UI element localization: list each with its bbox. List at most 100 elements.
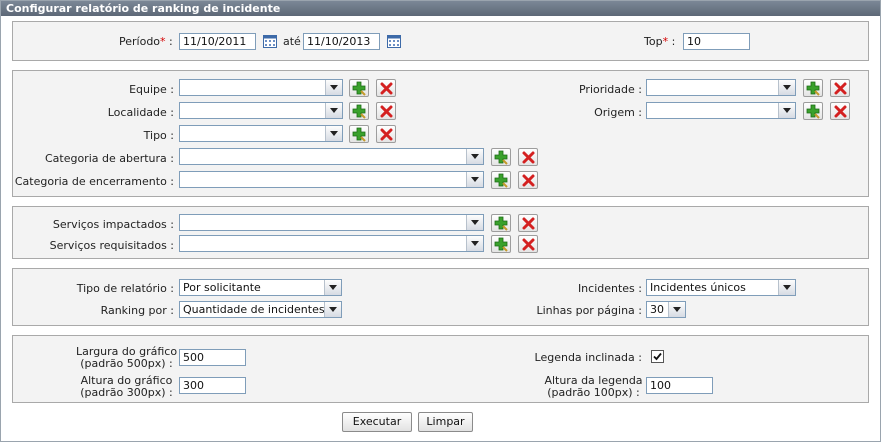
add-filter-icon [352, 127, 366, 142]
remove-categoria-abertura-button[interactable] [518, 148, 538, 166]
origem-label: Origem : [594, 106, 642, 119]
incidentes-select[interactable]: Incidentes únicos [646, 279, 796, 296]
remove-prioridade-button[interactable] [830, 79, 850, 97]
add-servicos-impactados-button[interactable] [491, 214, 511, 232]
remove-localidade-button[interactable] [376, 102, 396, 120]
largura-grafico-input[interactable]: 500 [179, 349, 246, 366]
add-filter-icon [494, 237, 508, 252]
origem-select[interactable] [646, 102, 796, 119]
categoria-encerramento-label: Categoria de encerramento : [14, 175, 174, 188]
remove-tipo-button[interactable] [376, 125, 396, 143]
add-localidade-button[interactable] [349, 102, 369, 120]
add-filter-icon [494, 216, 508, 231]
services-panel: Serviços impactados : Serviços requisita… [12, 206, 869, 259]
add-equipe-button[interactable] [349, 79, 369, 97]
prioridade-label: Prioridade : [578, 83, 642, 96]
checkmark-icon [653, 352, 662, 361]
add-filter-icon [494, 150, 508, 165]
add-prioridade-button[interactable] [803, 79, 823, 97]
add-filter-icon [352, 81, 366, 96]
report-config-window: Configurar relatório de ranking de incid… [0, 0, 881, 442]
chevron-down-icon[interactable] [466, 149, 483, 164]
chevron-down-icon[interactable] [466, 215, 483, 230]
period-label: Período* : [119, 35, 173, 48]
remove-servicos-impactados-button[interactable] [518, 214, 538, 232]
tipo-relatorio-label: Tipo de relatório : [76, 282, 174, 295]
altura-grafico-label: Altura do gráfico (padrão 300px) : [80, 374, 173, 399]
categoria-abertura-select[interactable] [179, 148, 484, 165]
remove-servicos-requisitados-button[interactable] [518, 235, 538, 253]
remove-filter-icon [522, 217, 535, 230]
period-between-label: até [283, 35, 301, 48]
remove-filter-icon [522, 174, 535, 187]
legenda-inclinada-checkbox[interactable] [651, 350, 664, 363]
altura-legenda-input[interactable]: 100 [646, 377, 713, 394]
add-filter-icon [352, 104, 366, 119]
chevron-down-icon[interactable] [324, 302, 341, 317]
linhas-por-pagina-select[interactable]: 30 [646, 301, 686, 318]
report-options-panel: Tipo de relatório : Por solicitante Rank… [12, 268, 869, 326]
chevron-down-icon[interactable] [324, 280, 341, 295]
tipo-relatorio-select[interactable]: Por solicitante [179, 279, 342, 296]
add-filter-icon [806, 81, 820, 96]
chevron-down-icon[interactable] [778, 80, 795, 95]
chevron-down-icon[interactable] [325, 103, 342, 118]
altura-grafico-input[interactable]: 300 [179, 377, 246, 394]
altura-legenda-label: Altura da legenda (padrão 100px) : [544, 374, 643, 399]
remove-filter-icon [522, 151, 535, 164]
add-filter-icon [806, 104, 820, 119]
add-categoria-abertura-button[interactable] [491, 148, 511, 166]
categoria-encerramento-select[interactable] [179, 171, 484, 188]
servicos-requisitados-select[interactable] [179, 235, 484, 252]
equipe-select[interactable] [179, 79, 343, 96]
period-panel: Período* : 11/10/2011 até 11/10/2013 Top… [12, 21, 869, 61]
prioridade-select[interactable] [646, 79, 796, 96]
tipo-label: Tipo : [143, 129, 174, 142]
tipo-select[interactable] [179, 125, 343, 142]
chevron-down-icon[interactable] [778, 103, 795, 118]
servicos-impactados-select[interactable] [179, 214, 484, 231]
chevron-down-icon[interactable] [325, 80, 342, 95]
filters-panel: Equipe : Localidade : Tipo : Categoria d… [12, 70, 869, 197]
remove-filter-icon [522, 238, 535, 251]
chevron-down-icon[interactable] [325, 126, 342, 141]
calendar-icon[interactable] [387, 34, 401, 48]
largura-grafico-label: Largura do gráfico (padrão 500px) : [76, 345, 178, 370]
equipe-label: Equipe : [129, 83, 174, 96]
window-title: Configurar relatório de ranking de incid… [1, 1, 880, 16]
chart-options-panel: Largura do gráfico (padrão 500px) : 500 A… [12, 335, 869, 403]
localidade-select[interactable] [179, 102, 343, 119]
remove-categoria-encerramento-button[interactable] [518, 171, 538, 189]
localidade-label: Localidade : [107, 106, 174, 119]
period-end-input[interactable]: 11/10/2013 [303, 33, 380, 50]
chevron-down-icon[interactable] [778, 280, 795, 295]
ranking-por-label: Ranking por : [100, 304, 174, 317]
executar-button[interactable]: Executar [342, 412, 412, 432]
add-tipo-button[interactable] [349, 125, 369, 143]
legenda-inclinada-label: Legenda inclinada : [534, 351, 642, 364]
incidentes-label: Incidentes : [577, 282, 642, 295]
add-categoria-encerramento-button[interactable] [491, 171, 511, 189]
limpar-button[interactable]: Limpar [418, 412, 473, 432]
chevron-down-icon[interactable] [466, 236, 483, 251]
remove-origem-button[interactable] [830, 102, 850, 120]
add-origem-button[interactable] [803, 102, 823, 120]
period-start-input[interactable]: 11/10/2011 [179, 33, 256, 50]
add-servicos-requisitados-button[interactable] [491, 235, 511, 253]
remove-filter-icon [380, 128, 393, 141]
chevron-down-icon[interactable] [668, 302, 685, 317]
remove-filter-icon [380, 105, 393, 118]
top-input[interactable]: 10 [683, 33, 750, 50]
servicos-impactados-label: Serviços impactados : [52, 218, 174, 231]
calendar-icon[interactable] [263, 34, 277, 48]
remove-filter-icon [380, 82, 393, 95]
top-label: Top* : [644, 35, 676, 48]
ranking-por-select[interactable]: Quantidade de incidentes [179, 301, 342, 318]
add-filter-icon [494, 173, 508, 188]
servicos-requisitados-label: Serviços requisitados : [49, 239, 174, 252]
linhas-por-pagina-label: Linhas por página : [536, 304, 642, 317]
chevron-down-icon[interactable] [466, 172, 483, 187]
categoria-abertura-label: Categoria de abertura : [44, 152, 174, 165]
remove-equipe-button[interactable] [376, 79, 396, 97]
remove-filter-icon [834, 82, 847, 95]
